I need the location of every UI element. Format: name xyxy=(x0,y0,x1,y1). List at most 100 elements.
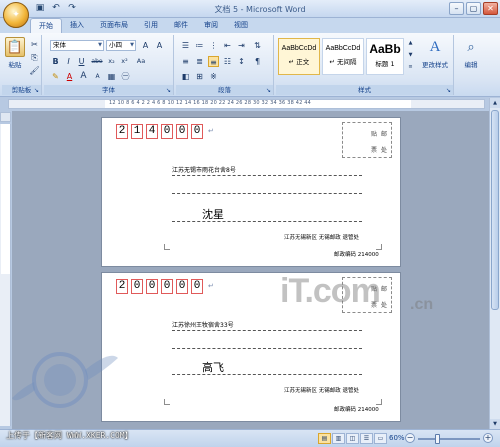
redo-icon[interactable]: ↷ xyxy=(66,3,78,14)
tab-0[interactable]: 开始 xyxy=(30,18,62,33)
multilevel-list-icon[interactable]: ⋮ xyxy=(208,40,219,51)
shrink-font-button[interactable]: A xyxy=(92,71,103,82)
styles-scroll-down-icon[interactable]: ▼ xyxy=(405,50,416,61)
decrease-indent-icon[interactable]: ⇤ xyxy=(222,40,233,51)
zoom-in-button[interactable]: + xyxy=(483,433,493,443)
tab-3[interactable]: 引用 xyxy=(136,18,166,33)
font-color-button[interactable]: A xyxy=(64,71,75,82)
editing-button[interactable]: ⌕ 编辑 xyxy=(458,37,484,70)
align-left-icon[interactable]: ≡ xyxy=(180,56,191,67)
editing-label: 编辑 xyxy=(464,61,478,69)
scroll-down-icon[interactable]: ▼ xyxy=(490,419,500,429)
align-justify-icon[interactable]: ≡ xyxy=(208,56,219,67)
phonetic-guide-icon[interactable]: A xyxy=(140,40,151,51)
office-button[interactable]: ✦ xyxy=(3,2,29,28)
horizontal-ruler[interactable]: 12 10 8 6 4 2 2 4 6 8 10 12 14 16 18 20 … xyxy=(8,99,485,109)
shading-icon[interactable]: ◧ xyxy=(180,71,191,82)
paragraph-mark-icon: ↵ xyxy=(208,282,214,290)
style-no-spacing[interactable]: AaBbCcDd ↵ 无间隔 xyxy=(322,38,364,75)
editing-group: ⌕ 编辑 xyxy=(456,35,486,95)
increase-indent-icon[interactable]: ⇥ xyxy=(236,40,247,51)
italic-button[interactable]: I xyxy=(63,56,74,67)
styles-more-icon[interactable]: ≡ xyxy=(405,62,416,73)
show-marks-icon[interactable]: ¶ xyxy=(252,56,263,67)
window-title: 文档 5 - Microsoft Word xyxy=(214,5,306,14)
paragraph-group: ☰ ≔ ⋮ ⇤ ⇥ ⇅ ≡ ≣ ≡ ☷ ↕ ¶ ◧ ⊞ ※ 段落 ↘ xyxy=(176,35,274,95)
chinese-layout-icon[interactable]: ※ xyxy=(208,71,219,82)
sort-icon[interactable]: ⇅ xyxy=(252,40,263,51)
subscript-button[interactable]: x₂ xyxy=(106,56,117,67)
styles-scroll-up-icon[interactable]: ▲ xyxy=(405,38,416,49)
tab-selector[interactable] xyxy=(0,112,11,122)
vertical-scrollbar[interactable]: ▲ ▼ xyxy=(489,98,500,429)
vertical-ruler-page-area xyxy=(1,124,10,274)
draft-view-icon[interactable]: ▭ xyxy=(374,433,387,444)
strikethrough-button[interactable]: abe xyxy=(90,56,104,67)
tab-5[interactable]: 审阅 xyxy=(196,18,226,33)
zoom-slider-track[interactable] xyxy=(418,438,480,440)
line-spacing-icon[interactable]: ↕ xyxy=(236,56,247,67)
bullets-icon[interactable]: ☰ xyxy=(180,40,191,51)
style-heading-1[interactable]: AaBb 标题 1 xyxy=(366,38,404,75)
site-watermark: iT.com xyxy=(280,272,381,310)
close-button[interactable]: ✕ xyxy=(483,2,498,15)
borders-icon[interactable]: ⊞ xyxy=(194,71,205,82)
zoom-slider-thumb[interactable] xyxy=(434,434,440,444)
scroll-up-icon[interactable]: ▲ xyxy=(490,98,500,108)
char-border-icon[interactable]: A xyxy=(154,40,165,51)
sender-address: 江苏无锡新区 无锡邮政 退管处 xyxy=(284,388,359,394)
tab-1[interactable]: 插入 xyxy=(62,18,92,33)
chevron-down-icon: ▼ xyxy=(98,42,102,48)
cut-icon[interactable]: ✂ xyxy=(29,39,40,50)
maximize-button[interactable]: ▢ xyxy=(466,2,481,15)
enclose-char-icon[interactable]: ㊀ xyxy=(120,71,131,82)
distribute-icon[interactable]: ☷ xyxy=(222,56,233,67)
change-case-button[interactable]: Aa xyxy=(134,56,148,67)
web-layout-icon[interactable]: ◫ xyxy=(346,433,359,444)
grow-font-button[interactable]: A xyxy=(78,71,89,82)
align-center-icon[interactable]: ≣ xyxy=(194,56,205,67)
paste-button[interactable]: 📋 粘贴 xyxy=(4,37,26,69)
tab-6[interactable]: 视图 xyxy=(226,18,256,33)
envelope-page-1[interactable]: 2 1 4 0 0 0 ↵ 贴 邮 票 处 江苏无锡市雨花台舍8号 沈星 江苏无… xyxy=(101,117,401,267)
tab-4[interactable]: 邮件 xyxy=(166,18,196,33)
font-name-combo[interactable]: 宋体 ▼ xyxy=(50,40,104,51)
ruler-ticks: 12 10 8 6 4 2 2 4 6 8 10 12 14 16 18 20 … xyxy=(109,100,312,106)
logo-watermark xyxy=(12,352,118,408)
outline-view-icon[interactable]: ☰ xyxy=(360,433,373,444)
name-line xyxy=(172,221,362,222)
clipboard-icon: 📋 xyxy=(5,37,25,57)
bold-button[interactable]: B xyxy=(50,56,61,67)
find-binoculars-icon: ⌕ xyxy=(467,39,475,55)
style-name: ↵ 无间隔 xyxy=(329,58,357,66)
full-screen-reading-icon[interactable]: ▥ xyxy=(332,433,345,444)
clipboard-launcher-icon[interactable]: ↘ xyxy=(33,87,40,94)
copy-icon[interactable]: ⎘ xyxy=(29,52,40,63)
font-size-combo[interactable]: 小四 ▼ xyxy=(106,40,136,51)
paragraph-launcher-icon[interactable]: ↘ xyxy=(265,87,272,94)
save-icon[interactable]: ▣ xyxy=(34,3,46,14)
zip-digit: 0 xyxy=(131,279,143,294)
format-painter-icon[interactable]: 🖌 xyxy=(29,65,40,76)
undo-icon[interactable]: ↶ xyxy=(50,3,62,14)
style-normal[interactable]: AaBbCcDd ↵ 正文 xyxy=(278,38,320,75)
underline-button[interactable]: U xyxy=(76,56,87,67)
char-shading-icon[interactable]: ▦ xyxy=(106,71,117,82)
highlight-icon[interactable]: ✎ xyxy=(50,71,61,82)
stamp-text: 贴 xyxy=(371,131,378,138)
numbering-icon[interactable]: ≔ xyxy=(194,40,205,51)
styles-launcher-icon[interactable]: ↘ xyxy=(445,87,452,94)
margin-corner xyxy=(376,244,382,250)
print-layout-icon[interactable]: ▤ xyxy=(318,433,331,444)
font-launcher-icon[interactable]: ↘ xyxy=(165,87,172,94)
superscript-button[interactable]: x² xyxy=(119,56,130,67)
tab-2[interactable]: 页面布局 xyxy=(92,18,136,33)
scroll-thumb[interactable] xyxy=(491,110,499,310)
style-sample: AaBb xyxy=(369,42,401,56)
change-styles-button[interactable]: A 更改样式 xyxy=(418,37,452,70)
zip-boxes: 2 1 4 0 0 0 xyxy=(116,124,203,139)
zoom-out-button[interactable]: − xyxy=(405,433,415,443)
zoom-level[interactable]: 60% xyxy=(389,434,405,442)
minimize-button[interactable]: – xyxy=(449,2,464,15)
zip-digit: 0 xyxy=(161,124,173,139)
